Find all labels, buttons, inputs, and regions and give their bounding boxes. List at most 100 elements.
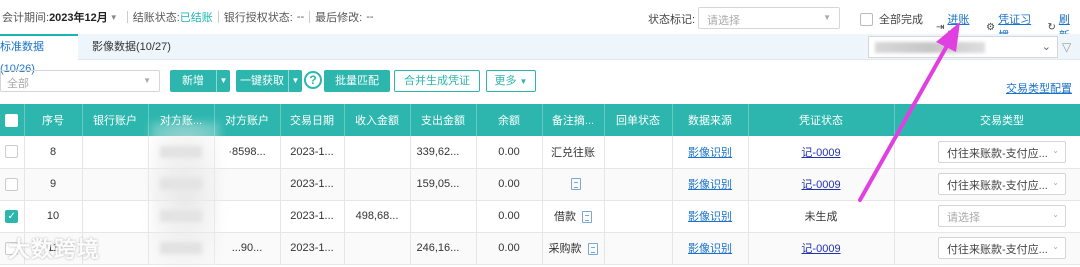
trade-type-cell: 付往来账款-支付应... ⌄ [894,232,1080,265]
trade-type-select[interactable]: 付往来账款-支付应... ⌄ [938,237,1066,259]
bank-account-select[interactable]: ⌄ [868,36,1058,58]
counterparty-account-cell: ...90... [214,232,281,265]
memo-text: 汇兑往账 [551,146,595,159]
bank-auth-label: 银行授权状态: [223,12,293,24]
memo-cell: 借款 [542,200,605,233]
data-source-link[interactable]: 影像识别 [688,147,732,159]
refresh-icon: ↻ [1047,21,1056,33]
trade-type-select[interactable]: 付往来账款-支付应... ⌄ [938,140,1066,163]
expense-cell: 246,16... [410,232,477,265]
toolbar: 全部 ▼ 新增 ▼ 一键获取 ▼ ? 批量匹配 合并生成凭证 更多 ▼ 交易类型配… [0,68,1080,96]
column-header: 交易日期 [280,104,345,136]
new-button[interactable]: 新增 [170,70,216,92]
seq-cell: 10 [24,200,83,233]
voucher-status-cell: 记-0009 [748,168,895,201]
row-checkbox[interactable] [5,177,19,191]
trade-type-cell: 付往来账款-支付应... ⌄ [894,168,1080,201]
memo-cell: 汇兑往账 [542,136,605,169]
divider [309,11,311,23]
select-all-cell[interactable] [0,104,25,136]
income-cell [344,136,411,169]
tab-standard-data[interactable]: 标准数据(10/26) [0,34,78,75]
column-header: 序号 [24,104,83,136]
column-header: 备注摘... [542,104,605,136]
tab-image-data[interactable]: 影像数据(10/27) [92,34,171,60]
close-status-label: 结账状态: [132,12,180,24]
voucher-link[interactable]: 记-0009 [801,179,840,191]
more-button[interactable]: 更多 ▼ [486,70,536,92]
select-all-checkbox[interactable] [5,113,19,127]
fetch-button[interactable]: 一键获取 [236,70,288,92]
memo-cell [542,168,605,201]
seq-cell: 9 [24,168,83,201]
merge-voucher-button[interactable]: 合并生成凭证 [394,70,480,92]
chevron-down-icon: ▼ [823,13,831,22]
all-done-label: 全部完成 [879,14,923,26]
chevron-down-icon: ⌄ [1052,145,1059,155]
seq-cell: 8 [24,136,83,169]
category-select[interactable]: 全部 ▼ [0,70,160,92]
memo-text: 采购款 [548,243,582,255]
batch-match-button[interactable]: 批量匹配 [324,70,390,92]
row-checkbox[interactable] [5,145,19,159]
chevron-down-icon: ▼ [519,77,528,86]
voucher-link: 未生成 [804,211,838,223]
all-done-checkbox[interactable] [860,12,873,26]
data-source-cell: 影像识别 [672,200,749,233]
data-source-link[interactable]: 影像识别 [688,243,732,255]
receipt-status-cell [604,232,673,265]
document-icon[interactable] [587,243,598,256]
last-modified-label: 最后修改: [315,12,363,24]
receipt-status-cell [604,136,673,169]
memo-text: 借款 [554,211,576,223]
chevron-down-icon[interactable]: ▼ [110,13,118,22]
chevron-down-icon: ⌄ [1052,178,1059,187]
data-source-cell: 影像识别 [672,136,749,169]
data-source-cell: 影像识别 [672,168,749,201]
row-select-cell[interactable]: ✓ [0,200,25,233]
expense-cell: 159,05... [410,168,477,201]
document-icon[interactable] [582,211,592,224]
trade-type-select[interactable]: 付往来账款-支付应... ⌄ [938,173,1066,195]
redacted-account [875,42,985,53]
new-dropdown-button[interactable]: ▼ [216,70,230,92]
row-checkbox[interactable]: ✓ [5,209,19,223]
column-header: 凭证状态 [748,104,895,136]
income-cell [344,168,411,201]
filter-icon[interactable]: ▽ [1062,40,1071,54]
help-icon[interactable]: ? [304,71,322,89]
column-header: 收入金额 [344,104,411,136]
counterparty-account-cell: ·8598... [214,136,281,169]
last-modified-value: -- [366,11,374,23]
chevron-down-icon: ⌄ [1052,210,1059,219]
bank-account-cell [82,200,149,233]
type-config-link[interactable]: 交易类型配置 [1006,80,1072,96]
voucher-status-cell: 未生成 [748,200,895,233]
bank-auth-value: -- [296,11,305,23]
balance-cell: 0.00 [476,168,543,201]
fetch-dropdown-button[interactable]: ▼ [288,70,302,92]
gear-icon: ⚙ [986,21,996,33]
voucher-link[interactable]: 记-0009 [801,147,840,159]
data-source-link[interactable]: 影像识别 [688,211,732,223]
column-header: 银行账户 [82,104,149,136]
status-tag-select[interactable]: 请选择 ▼ [698,7,840,29]
balance-cell: 0.00 [476,232,543,265]
chevron-down-icon: ⌄ [1041,41,1051,53]
trade-type-cell: 付往来账款-支付应... ⌄ [894,136,1080,169]
voucher-link[interactable]: 记-0009 [801,243,840,255]
row-select-cell[interactable] [0,136,25,169]
trade-type-select[interactable]: 请选择 ⌄ [938,205,1066,227]
data-source-link[interactable]: 影像识别 [688,179,732,191]
row-select-cell[interactable] [0,168,25,201]
trade-type-cell: 请选择 ⌄ [894,200,1080,233]
all-done-toggle[interactable]: 全部完成 [860,11,923,27]
document-icon[interactable] [571,178,581,191]
column-header: 交易类型 [894,104,1080,136]
voucher-status-cell: 记-0009 [748,136,895,169]
period-select[interactable]: 2023年12月 [49,9,108,25]
bank-account-cell [82,136,149,169]
income-cell: 498,68... [344,200,411,233]
counterparty-account-cell [214,168,281,201]
expense-cell: 339,62... [410,136,477,169]
